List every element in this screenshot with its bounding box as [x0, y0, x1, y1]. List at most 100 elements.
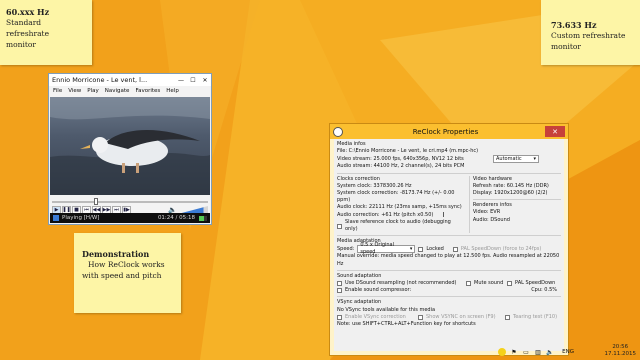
media-infos-group: Media infos File: C:\Ennio Morricone - L… — [337, 141, 561, 171]
sticky-note-custom[interactable]: 73.633 Hz Custom refreshrate monitor — [541, 0, 640, 65]
display-line: Display: 1920x1200@60 (2/2) — [472, 190, 548, 197]
player-status-bar: Playing [H/W] 01:24 / 05:18 — [50, 213, 210, 223]
sticky-note-demo[interactable]: Demonstration How ReClock works with spe… — [74, 233, 181, 313]
locked-label: Locked — [426, 245, 444, 252]
vsync-none-line: No VSync tools available for this media — [337, 306, 436, 313]
speed-select[interactable]: 0.5 x Original speed ▾ — [357, 242, 416, 255]
audio-correction-line: Audio correction: +61 Hz (pitch x0.50) — [337, 211, 434, 218]
sound-adaptation-group: Sound adaptation Use DSound resampling (… — [337, 273, 561, 295]
player-title: Ennio Morricone - Le vent, l... — [52, 76, 148, 84]
shortcut-note: Note: use SHIFT+CTRL+ALT+Function key fo… — [337, 321, 476, 328]
volume-icon[interactable]: 🔈 — [546, 348, 554, 356]
speed-label: Speed: — [337, 245, 355, 252]
refresh-rate-line: Refresh rate: 60.145 Hz (DDR) — [472, 182, 549, 189]
slave-checkbox[interactable] — [337, 223, 342, 229]
menu-navigate[interactable]: Navigate — [105, 88, 130, 94]
media-player-window[interactable]: Ennio Morricone - Le vent, l... — ☐ ✕ Fi… — [48, 73, 212, 225]
player-menubar: File View Play Navigate Favorites Help — [49, 86, 211, 96]
taskbar-tray: ⚑ ▭ ▥ 🔈 ENG 20:56 17.11.2015 — [0, 342, 640, 360]
player-close-button[interactable]: ✕ — [199, 77, 211, 84]
clocks-header: Clocks correction — [337, 175, 380, 182]
chevron-down-icon: ▾ — [533, 155, 536, 162]
media-infos-header: Media infos — [337, 141, 366, 147]
vsync-show-checkbox[interactable] — [418, 314, 423, 320]
note-standard-text: Standard refreshrate — [6, 18, 50, 38]
menu-view[interactable]: View — [68, 88, 81, 94]
note-custom-hz: 73.633 Hz — [551, 20, 597, 30]
minimize-button[interactable]: — — [175, 77, 187, 84]
status-text: Playing [H/W] — [62, 215, 100, 221]
mute-label: Mute sound — [474, 280, 504, 287]
file-line: File: C:\Ennio Morricone - Le vent, le c… — [337, 148, 479, 155]
note-demo-line2: with speed and pitch — [82, 271, 162, 280]
mute-checkbox[interactable] — [466, 281, 471, 287]
video-stream-line: Video stream: 25.000 fps, 640x356p, NV12… — [337, 155, 464, 162]
status-icon — [53, 215, 59, 221]
video-hw-header: Video hardware — [472, 175, 512, 182]
system-clock-line: System clock: 3378300.26 Hz — [337, 182, 412, 189]
menu-file[interactable]: File — [53, 88, 62, 94]
sticky-note-standard[interactable]: 60.xxx Hz Standard refreshrate monitor — [0, 0, 92, 65]
note-standard-hz: 60.xxx Hz — [6, 7, 50, 17]
vsync-enable-checkbox[interactable] — [337, 314, 342, 320]
video-image — [50, 97, 210, 195]
tearing-test-checkbox[interactable] — [505, 314, 510, 320]
chevron-down-icon: ▾ — [409, 245, 413, 252]
menu-help[interactable]: Help — [166, 88, 179, 94]
reclock-titlebar[interactable]: ReClock Properties ✕ — [330, 124, 568, 139]
mode-select-value: Automatic — [496, 155, 522, 162]
media-adaptation-group: Media adaptation Speed: 0.5 x Original s… — [337, 238, 561, 268]
note-demo-title: Demonstration — [82, 249, 150, 259]
cpu-readout: Cpu: 0.5% — [531, 287, 557, 294]
reclock-tray-icon[interactable] — [498, 348, 506, 356]
text-cursor-icon: I — [442, 210, 445, 219]
player-titlebar[interactable]: Ennio Morricone - Le vent, l... — ☐ ✕ — [49, 74, 211, 86]
vsync-group: VSync adaptation No VSync tools availabl… — [337, 299, 561, 328]
language-indicator[interactable]: ENG — [562, 349, 574, 355]
dsound-resampling-checkbox[interactable] — [337, 281, 342, 287]
taskbar-clock[interactable]: 20:56 17.11.2015 — [605, 344, 637, 358]
compressor-checkbox[interactable] — [337, 288, 342, 294]
note-demo-line: How ReClock works — [88, 260, 165, 269]
vsync-enable-label: Enable VSync correction — [345, 313, 406, 320]
network-icon[interactable]: ▥ — [534, 348, 542, 356]
power-icon[interactable]: ▭ — [522, 348, 530, 356]
note-custom-text: Custom refreshrate — [551, 31, 626, 40]
clocks-group: Clocks correction System clock: 3378300.… — [337, 176, 465, 234]
seek-thumb[interactable] — [94, 198, 98, 205]
clock-date: 17.11.2015 — [604, 351, 637, 357]
video-hardware-group: Video hardware Refresh rate: 60.145 Hz (… — [468, 175, 561, 234]
renderers-header: Renderers infos — [472, 202, 512, 209]
video-frame[interactable] — [50, 97, 210, 195]
maximize-button[interactable]: ☐ — [187, 77, 199, 84]
vsync-show-label: Show VSYNC on screen (F9) — [426, 313, 496, 320]
note-standard-text2: monitor — [6, 40, 36, 49]
reclock-body: Media infos File: C:\Ennio Morricone - L… — [334, 139, 564, 351]
menu-play[interactable]: Play — [87, 88, 98, 94]
locked-checkbox[interactable] — [418, 246, 424, 252]
sound-pal-checkbox[interactable] — [507, 281, 512, 287]
time-readout: 01:24 / 05:18 — [157, 215, 195, 221]
clock-icon — [333, 126, 343, 137]
note-custom-text2: monitor — [551, 42, 581, 51]
signal-icon — [199, 215, 207, 221]
sound-header: Sound adaptation — [337, 272, 382, 279]
reclock-title: ReClock Properties — [412, 127, 479, 136]
mode-select[interactable]: Automatic ▾ — [493, 155, 539, 164]
system-correction-line: System clock correction: -8173.74 Hz (+/… — [337, 190, 455, 204]
override-line: Manual override: media speed changed to … — [337, 253, 560, 267]
slave-label: Slave reference clock to audio (debuggin… — [345, 218, 451, 233]
audio-renderer-line: Audio: DSound — [472, 216, 510, 223]
flag-icon[interactable]: ⚑ — [510, 348, 518, 356]
sound-pal-label: PAL SpeedDown — [515, 280, 556, 287]
clock-time: 20:56 — [612, 344, 629, 350]
reclock-window[interactable]: ReClock Properties ✕ Media infos File: C… — [329, 123, 569, 356]
seek-bar[interactable] — [52, 198, 208, 205]
menu-favorites[interactable]: Favorites — [135, 88, 160, 94]
audio-stream-line: Audio stream: 44100 Hz, 2 channel(s), 24… — [337, 163, 465, 170]
reclock-close-button[interactable]: ✕ — [545, 126, 565, 137]
audio-clock-line: Audio clock: 22111 Hz (23ms samp, +15ms … — [337, 204, 462, 211]
pal-speeddown-checkbox[interactable] — [452, 246, 458, 252]
compressor-label: Enable sound compressor: — [345, 287, 412, 294]
tearing-test-label: Tearing test (F10) — [513, 313, 558, 320]
